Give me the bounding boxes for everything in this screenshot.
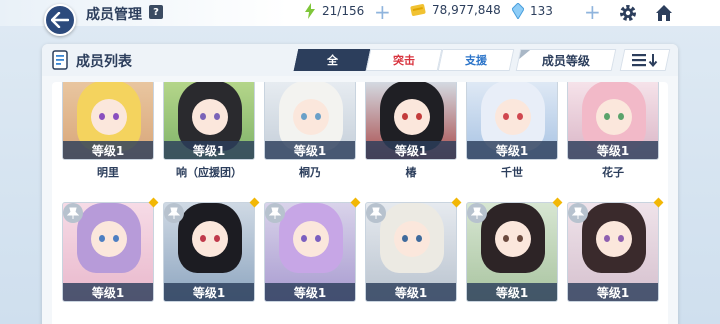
member-portrait: 等级1 — [365, 202, 457, 302]
member-card[interactable]: 等级1 — [62, 197, 159, 302]
level-label: 等级1 — [467, 283, 557, 301]
member-card[interactable]: 等级1 响（应援团） — [163, 82, 255, 180]
lightning-icon — [305, 3, 315, 19]
sort-corner-mark — [519, 50, 531, 59]
member-card[interactable]: 等级1 千世 — [466, 82, 558, 180]
credits-value: 78,977,848 — [432, 3, 501, 17]
level-label: 等级1 — [164, 141, 254, 159]
member-portrait: 等级1 — [365, 82, 457, 160]
favorite-pin-icon[interactable] — [366, 203, 386, 223]
ap-counter: 21/156 — [304, 3, 364, 19]
back-arrow-icon — [51, 12, 69, 28]
level-label: 等级1 — [265, 141, 355, 159]
member-card[interactable]: 等级1 — [365, 197, 462, 302]
panel-header: 成员列表 全 突击 支援 成员等级 — [42, 44, 678, 76]
level-label: 等级1 — [366, 283, 456, 301]
favorite-pin-icon[interactable] — [164, 203, 184, 223]
gems-plus-button[interactable]: + — [584, 0, 601, 24]
member-card[interactable]: 等级1 — [567, 197, 664, 302]
member-name: 明里 — [97, 166, 119, 179]
member-portrait: 等级1 — [163, 202, 255, 302]
sort-dropdown[interactable]: 成员等级 — [515, 49, 617, 71]
member-name: 千世 — [501, 166, 523, 179]
panel-title: 成员列表 — [76, 54, 132, 70]
level-label: 等级1 — [568, 283, 658, 301]
favorite-pin-icon[interactable] — [467, 203, 487, 223]
ap-value: 21/156 — [322, 4, 365, 18]
level-label: 等级1 — [265, 283, 355, 301]
gems-counter: 133 — [512, 3, 553, 19]
help-button[interactable]: ? — [149, 5, 163, 19]
filter-tabs: 全 突击 支援 — [293, 49, 515, 71]
sort-label: 成员等级 — [541, 53, 590, 68]
member-list-panel: 成员列表 全 突击 支援 成员等级 等级1 明里 等级1 响（应援团） 等级1 … — [42, 44, 678, 324]
level-label: 等级1 — [568, 141, 658, 159]
member-portrait: 等级1 — [264, 82, 356, 160]
page-title: 成员管理 — [86, 7, 142, 23]
ap-plus-button[interactable]: + — [374, 0, 391, 24]
member-portrait: 等级1 — [567, 202, 659, 302]
member-name: 桐乃 — [299, 166, 321, 179]
favorite-pin-icon[interactable] — [265, 203, 285, 223]
member-card[interactable]: 等级1 — [163, 197, 260, 302]
credits-counter: 78,977,848 — [410, 3, 501, 17]
gem-icon — [512, 3, 524, 19]
credit-card-icon — [410, 4, 426, 16]
tab-special[interactable]: 支援 — [437, 49, 515, 71]
gear-icon[interactable] — [618, 3, 638, 23]
member-name: 椿 — [405, 166, 417, 179]
member-portrait: 等级1 — [62, 82, 154, 160]
favorite-pin-icon[interactable] — [63, 203, 83, 223]
sort-order-button[interactable] — [619, 49, 671, 71]
member-card[interactable]: 等级1 花子 — [567, 82, 659, 180]
level-label: 等级1 — [467, 141, 557, 159]
back-button[interactable] — [44, 4, 76, 36]
gems-value: 133 — [530, 4, 553, 18]
member-card[interactable]: 等级1 — [466, 197, 563, 302]
member-portrait: 等级1 — [62, 202, 154, 302]
member-grid: 等级1 明里 等级1 响（应援团） 等级1 桐乃 等级1 椿 等级1 千世 等级… — [52, 82, 668, 324]
member-portrait: 等级1 — [264, 202, 356, 302]
member-card[interactable]: 等级1 — [264, 197, 361, 302]
tab-all[interactable]: 全 — [293, 49, 371, 71]
document-list-icon — [52, 50, 68, 70]
member-name: 花子 — [602, 166, 624, 179]
sort-descending-icon — [632, 54, 658, 67]
favorite-pin-icon[interactable] — [568, 203, 588, 223]
member-card[interactable]: 等级1 椿 — [365, 82, 457, 180]
level-label: 等级1 — [63, 283, 153, 301]
member-portrait: 等级1 — [466, 82, 558, 160]
home-icon[interactable] — [654, 3, 674, 23]
level-label: 等级1 — [164, 283, 254, 301]
member-card[interactable]: 等级1 明里 — [62, 82, 154, 180]
member-portrait: 等级1 — [466, 202, 558, 302]
level-label: 等级1 — [366, 141, 456, 159]
member-name: 响（应援团） — [176, 166, 242, 179]
member-portrait: 等级1 — [163, 82, 255, 160]
level-label: 等级1 — [63, 141, 153, 159]
member-portrait: 等级1 — [567, 82, 659, 160]
member-card[interactable]: 等级1 桐乃 — [264, 82, 356, 180]
tab-striker[interactable]: 突击 — [365, 49, 443, 71]
